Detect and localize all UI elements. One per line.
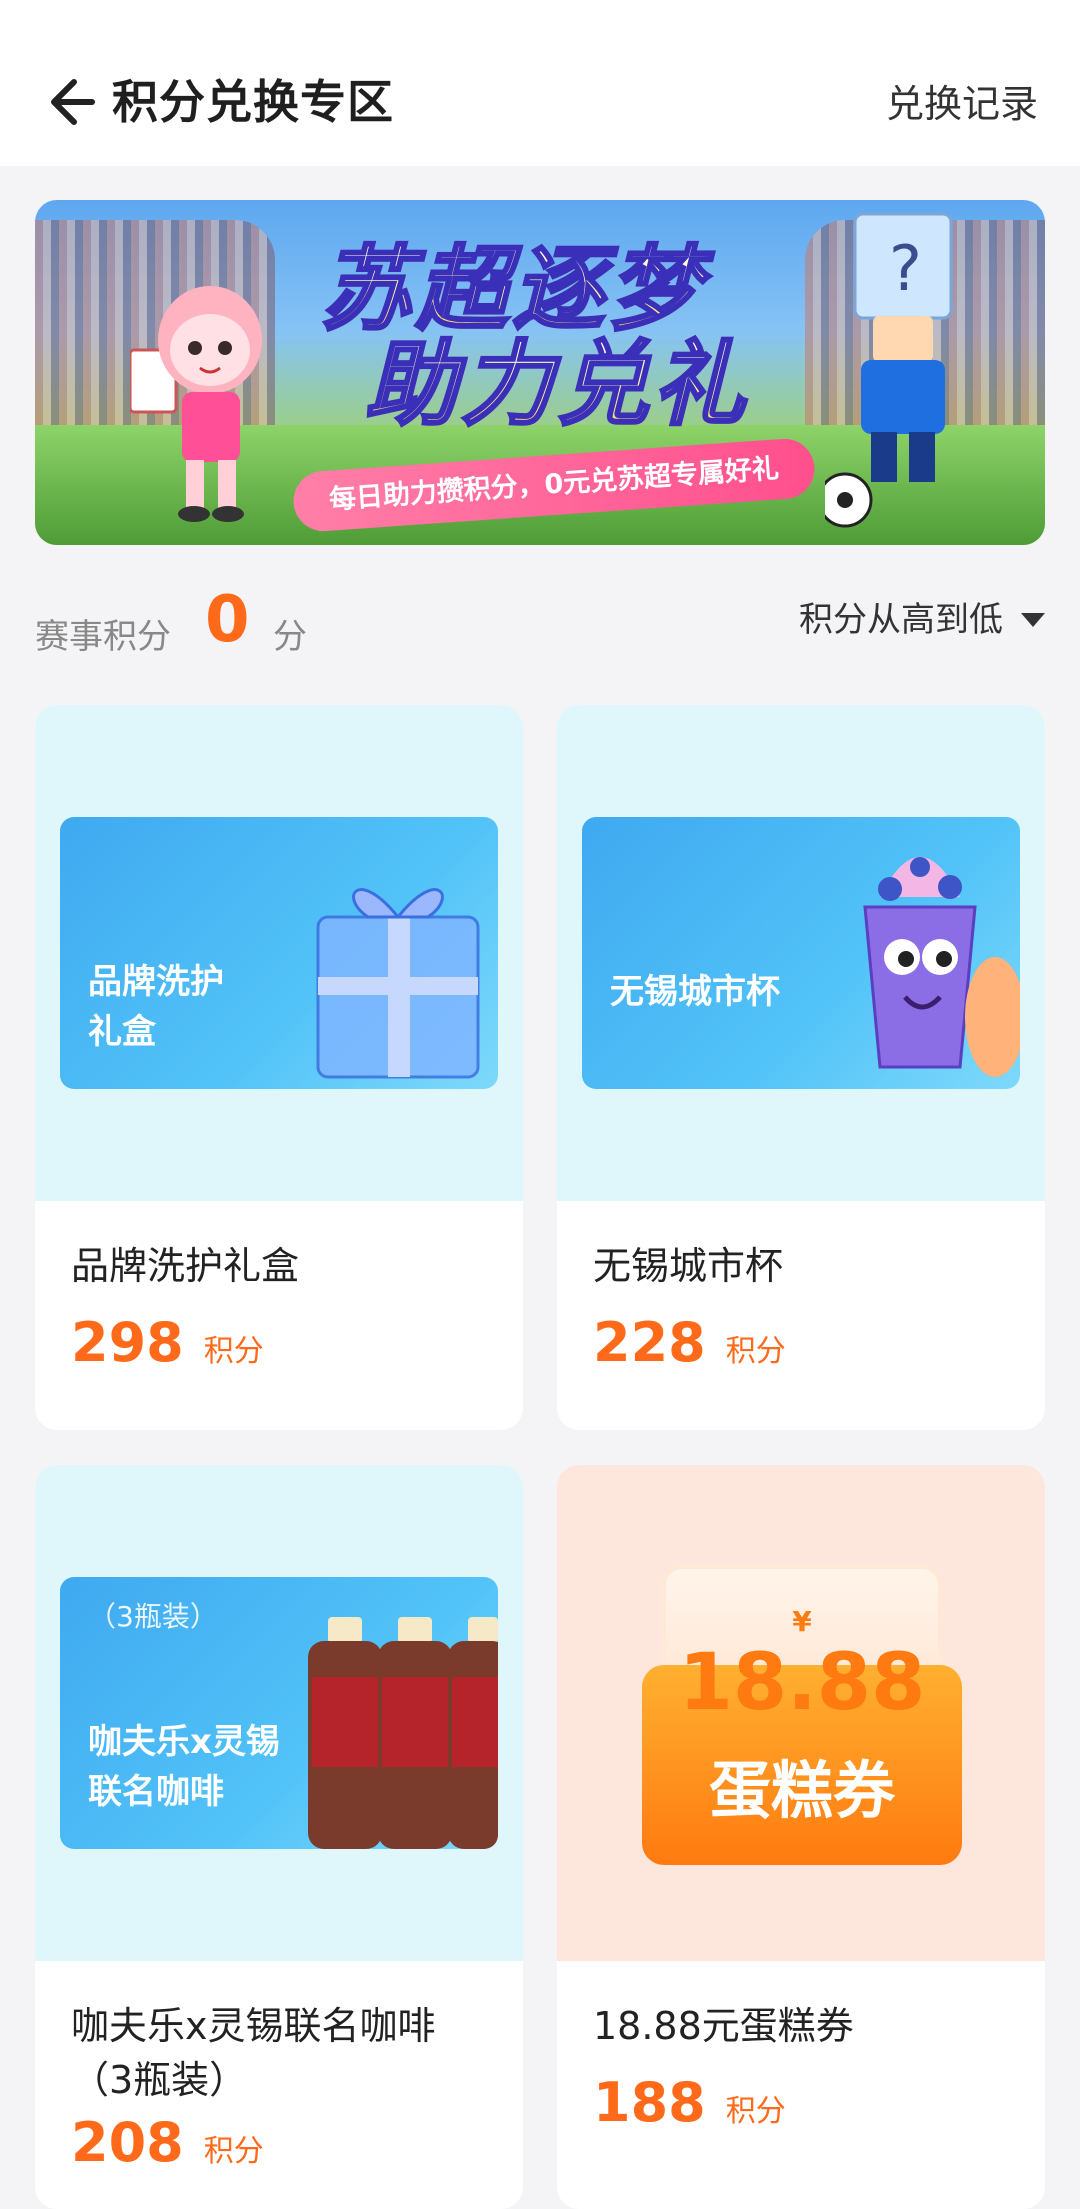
product-image-banner: 品牌洗护 礼盒 [60,817,498,1089]
product-image: 品牌洗护 礼盒 [35,705,523,1201]
product-card[interactable]: （3瓶装） 咖夫乐x灵锡 联名咖啡 咖夫乐x灵锡联名咖啡 （3瓶装） 208 积… [35,1465,523,2209]
product-image-banner: （3瓶装） 咖夫乐x灵锡 联名咖啡 [60,1577,498,1849]
product-name: 18.88元蛋糕券 [593,2004,854,2048]
product-image-text: 礼盒 [88,1012,156,1052]
voucher-label: 蛋糕券 [708,1754,895,1827]
caret-down-icon [1021,613,1045,627]
product-price-unit: 积分 [203,1334,264,1369]
banner-title-line1: 苏超逐梦 [318,236,705,343]
product-price: 228 [593,1311,706,1374]
points-value: 0 [205,583,250,657]
gift-box-icon [316,888,480,1079]
product-price: 298 [71,1311,184,1374]
product-price-unit: 积分 [725,1334,786,1369]
product-price: 188 [593,2071,706,2134]
banner-title-line2: 助力兑礼 [363,331,750,438]
sort-dropdown[interactable]: 积分从高到低 [799,595,1045,645]
product-image: ¥ 18.88 蛋糕券 [557,1465,1045,1961]
product-card[interactable]: 无锡城市杯 无锡城市杯 228 积分 [557,705,1045,1430]
product-card[interactable]: 品牌洗护 礼盒 品牌洗护礼盒 298 积分 [35,705,523,1430]
product-price: 208 [71,2111,184,2174]
voucher-currency: ¥ [792,1605,812,1638]
page-title: 积分兑换专区 [112,75,394,129]
product-name: 品牌洗护礼盒 [71,1244,300,1288]
product-name: 咖夫乐x灵锡联名咖啡 [71,2004,436,2048]
sort-label: 积分从高到低 [799,600,1003,640]
points-summary: 赛事积分 0 分 积分从高到低 [35,583,1045,657]
cup-mascot-icon [863,857,1020,1077]
product-image-text: 咖夫乐x灵锡 [88,1722,280,1762]
promo-banner[interactable]: 苏超逐梦 助力兑礼 每日助力攒积分，0元兑苏超专属好礼 ? [35,200,1045,545]
product-image-text: 品牌洗护 [88,962,224,1002]
product-name: 无锡城市杯 [593,1244,784,1288]
back-button[interactable] [40,72,100,132]
points-unit: 分 [273,617,307,657]
product-image-caption: （3瓶装） [88,1600,218,1633]
box-head-player-icon: ? [825,212,953,528]
voucher-amount: 18.88 [678,1638,926,1728]
product-image: 无锡城市杯 [557,705,1045,1201]
product-image-banner: 无锡城市杯 [582,817,1020,1089]
svg-text:?: ? [889,232,922,305]
arrow-left-icon [51,79,95,125]
product-price-unit: 积分 [725,2094,786,2129]
product-name-suffix: （3瓶装） [71,2058,248,2102]
points-label: 赛事积分 [35,617,171,657]
product-card[interactable]: ¥ 18.88 蛋糕券 18.88元蛋糕券 188 积分 [557,1465,1045,2209]
cake-voucher-image: ¥ 18.88 蛋糕券 [642,1565,962,1865]
top-bar: 积分兑换专区 兑换记录 [0,0,1080,166]
peach-mascot-icon [130,286,262,522]
product-image: （3瓶装） 咖夫乐x灵锡 联名咖啡 [35,1465,523,1961]
exchange-history-link[interactable]: 兑换记录 [886,76,1038,132]
product-image-text: 无锡城市杯 [610,972,780,1012]
coffee-bottles-icon [308,1617,498,1849]
product-price-unit: 积分 [203,2134,264,2169]
product-image-text: 联名咖啡 [88,1772,224,1812]
